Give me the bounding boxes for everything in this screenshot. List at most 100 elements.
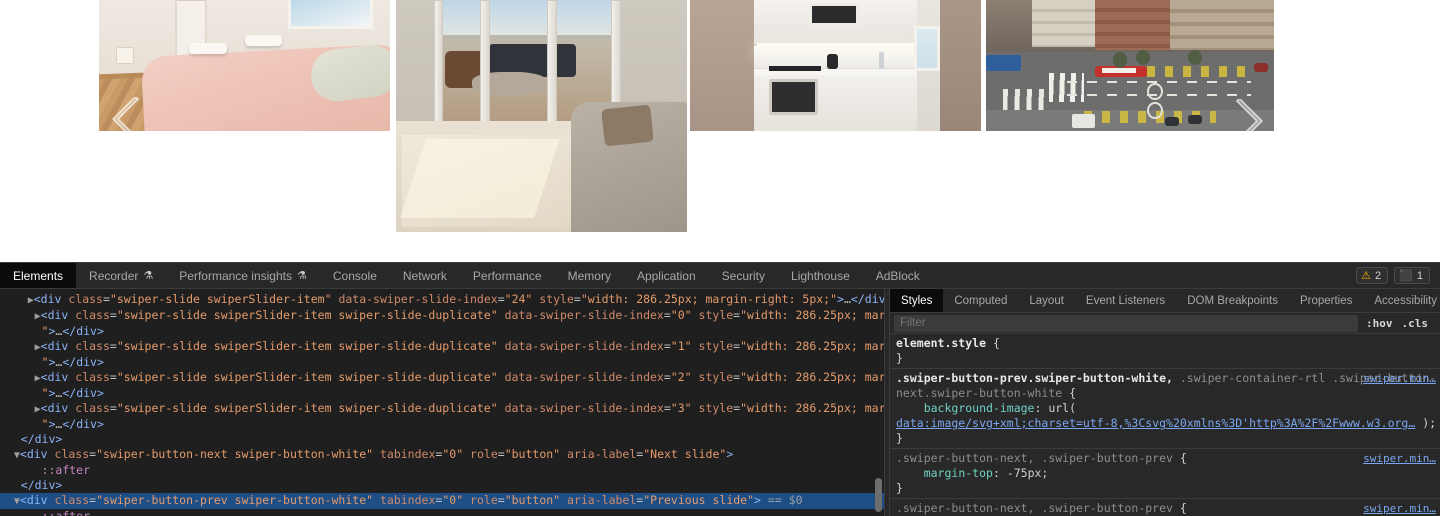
tab-dom-breakpoints[interactable]: DOM Breakpoints [1176, 289, 1289, 312]
css-rule-swiper-button-prev-white[interactable]: swiper.min… .swiper-button-prev.swiper-bu… [890, 369, 1440, 449]
swiper-button-prev[interactable] [105, 97, 149, 131]
tab-accessibility-label: Accessibility [1374, 294, 1438, 307]
dom-tree-pane[interactable]: ▶<div class="swiper-slide swiperSlider-i… [0, 289, 884, 516]
swiper-slider[interactable] [0, 0, 1440, 262]
slide-living-room[interactable] [396, 0, 687, 232]
tab-accessibility[interactable]: Accessibility [1363, 289, 1440, 312]
tab-computed[interactable]: Computed [943, 289, 1018, 312]
tab-layout[interactable]: Layout [1018, 289, 1075, 312]
kitchen-photo [690, 0, 981, 131]
tab-event-listeners[interactable]: Event Listeners [1075, 289, 1176, 312]
tab-performance[interactable]: Performance [460, 263, 555, 288]
dom-classes: swiper-slide swiperSlider-item swiper-sl… [123, 401, 491, 415]
dom-slide-index: 1 [677, 339, 685, 353]
dom-row-wrap[interactable]: ">…</div> [0, 324, 884, 339]
slide-kitchen[interactable] [690, 0, 981, 131]
css-source-link[interactable]: swiper.min… [1363, 451, 1436, 466]
living-room-balcony-photo [396, 0, 687, 232]
pseudo-after-text: ::after [41, 463, 91, 477]
chevron-right-icon [1235, 99, 1264, 131]
css-data-uri-link[interactable]: data:image/svg+xml;charset=utf-8,%3Csvg%… [896, 416, 1415, 430]
dom-close-tag[interactable]: </div> [0, 432, 884, 447]
message-icon: ⬛ [1399, 270, 1413, 282]
css-selector[interactable]: .swiper-button-prev.swiper-button-white, [896, 371, 1173, 385]
dom-tabindex: 0 [449, 493, 457, 507]
tab-console-label: Console [332, 268, 377, 283]
hov-toggle[interactable]: :hov [1366, 317, 1393, 330]
dom-style: width: 286.25px; margin-right: 5px; [747, 401, 884, 415]
dom-row-next-button[interactable]: ▼<div class="swiper-button-next swiper-b… [0, 447, 884, 463]
pseudo-after-text: ::after [41, 509, 91, 516]
dom-row[interactable]: ▶<div class="swiper-slide swiperSlider-i… [0, 370, 884, 386]
dom-slide-index: 2 [677, 370, 685, 384]
dom-pseudo-after[interactable]: ::after [0, 509, 884, 516]
css-source-link[interactable]: swiper.min… [1363, 501, 1436, 516]
dom-row-prev-button-selected[interactable]: ▼<div class="swiper-button-prev swiper-b… [0, 493, 884, 509]
tab-adblock[interactable]: AdBlock [863, 263, 933, 288]
dom-close-tag[interactable]: </div> [0, 478, 884, 493]
dom-aria-label: Previous slide [650, 493, 748, 507]
tab-properties[interactable]: Properties [1289, 289, 1363, 312]
dom-style: width: 286.25px; margin-right: 5px; [587, 292, 831, 306]
css-rule-swiper-button-margin[interactable]: swiper.min… .swiper-button-next, .swiper-… [890, 449, 1440, 499]
styles-filter-bar: :hov .cls [890, 313, 1440, 334]
tab-security-label: Security [721, 268, 766, 283]
styles-pane: Styles Computed Layout Event Listeners D… [890, 289, 1440, 516]
dom-scrollbar-thumb[interactable] [875, 478, 882, 512]
devtools-tabbar: Elements Recorder ⚗ Performance insights… [0, 263, 1440, 289]
tab-styles[interactable]: Styles [890, 289, 944, 312]
css-rule-swiper-button-background[interactable]: swiper.min… .swiper-button-next, .swiper-… [890, 499, 1440, 516]
dom-style: width: 286.25px; margin-right: 5px; [747, 308, 884, 322]
dom-row[interactable]: ▶<div class="swiper-slide swiperSlider-i… [0, 339, 884, 355]
tab-application[interactable]: Application [624, 263, 709, 288]
tab-layout-label: Layout [1029, 294, 1064, 307]
dom-pseudo-after[interactable]: ::after [0, 463, 884, 478]
dom-classes: swiper-slide swiperSlider-item [116, 292, 325, 306]
dom-row[interactable]: ▶<div class="swiper-slide swiperSlider-i… [0, 292, 884, 308]
tab-dom-breakpoints-label: DOM Breakpoints [1187, 294, 1278, 307]
styles-filter-tools: :hov .cls [1358, 317, 1436, 330]
styles-filter-input[interactable] [894, 314, 1358, 332]
inspected-page [0, 0, 1440, 262]
tab-performance-insights[interactable]: Performance insights ⚗ [166, 263, 320, 288]
selected-node-marker: == $0 [767, 493, 803, 507]
dom-style: width: 286.25px; margin-right: 5px; [747, 339, 884, 353]
dom-classes: swiper-slide swiperSlider-item swiper-sl… [123, 308, 491, 322]
dom-row-wrap[interactable]: ">…</div> [0, 355, 884, 370]
dom-aria-label: Next slide [650, 447, 720, 461]
dom-style: width: 286.25px; margin-right: 5px; [747, 370, 884, 384]
tab-memory[interactable]: Memory [555, 263, 624, 288]
devtools-panel: Elements Recorder ⚗ Performance insights… [0, 262, 1440, 516]
css-selector[interactable]: element.style [896, 336, 986, 350]
dom-slide-index: 24 [511, 292, 526, 306]
warning-count: 2 [1375, 269, 1382, 282]
tab-security[interactable]: Security [709, 263, 778, 288]
css-selector[interactable]: .swiper-button-next, .swiper-button-prev [896, 501, 1173, 515]
close-div-text: </div> [20, 432, 63, 446]
tab-network[interactable]: Network [390, 263, 460, 288]
devtools-status-badges: ⚠ 2 ⬛ 1 [1356, 263, 1440, 288]
dom-row-wrap[interactable]: ">…</div> [0, 386, 884, 401]
dom-classes: swiper-button-next swiper-button-white [103, 447, 367, 461]
dom-row-wrap[interactable]: ">…</div> [0, 417, 884, 432]
css-value[interactable]: -75px; [1007, 466, 1049, 480]
css-rule-element-style[interactable]: element.style { } [890, 334, 1440, 369]
slide-bedroom[interactable] [99, 0, 390, 131]
devtools-body: ▶<div class="swiper-slide swiperSlider-i… [0, 289, 1440, 516]
dom-slide-index: 0 [677, 308, 685, 322]
tab-recorder[interactable]: Recorder ⚗ [76, 263, 166, 288]
tab-console[interactable]: Console [320, 263, 390, 288]
css-selector[interactable]: .swiper-button-next, .swiper-button-prev [896, 451, 1173, 465]
dom-row[interactable]: ▶<div class="swiper-slide swiperSlider-i… [0, 401, 884, 417]
warning-badge[interactable]: ⚠ 2 [1356, 267, 1389, 284]
dom-row[interactable]: ▶<div class="swiper-slide swiperSlider-i… [0, 308, 884, 324]
tab-lighthouse[interactable]: Lighthouse [778, 263, 863, 288]
swiper-button-next[interactable] [1226, 99, 1270, 131]
slide-aerial-street[interactable] [986, 0, 1274, 131]
styles-tabbar: Styles Computed Layout Event Listeners D… [890, 289, 1440, 313]
close-div-text: </div> [20, 478, 63, 492]
message-badge[interactable]: ⬛ 1 [1394, 267, 1430, 284]
tab-elements[interactable]: Elements [0, 263, 77, 288]
cls-toggle[interactable]: .cls [1402, 317, 1429, 330]
css-source-link[interactable]: swiper.min… [1363, 371, 1436, 386]
